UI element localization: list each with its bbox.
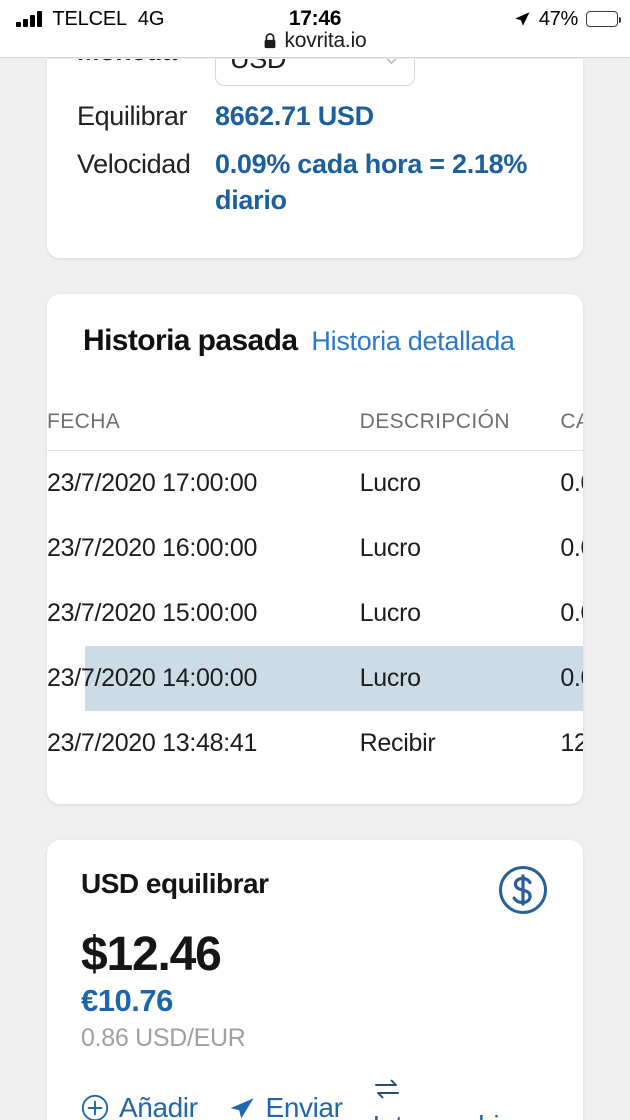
cell-cantidad: 0.0 bbox=[560, 469, 583, 497]
exchange-arrows-icon bbox=[374, 1079, 399, 1099]
rate-row: Velocidad 0.09% cada hora = 2.18% diario bbox=[47, 140, 583, 224]
plus-circle-icon bbox=[81, 1095, 109, 1120]
paper-plane-icon bbox=[230, 1098, 254, 1119]
lock-icon bbox=[265, 33, 276, 49]
currency-row: Moneda USD bbox=[47, 59, 583, 92]
page-scroll-area[interactable]: Moneda USD Equilibrar 8662.71 USD Veloci… bbox=[0, 59, 630, 1120]
add-action-button[interactable]: Añadir bbox=[81, 1092, 198, 1120]
location-arrow-icon bbox=[515, 12, 530, 26]
chevron-down-icon bbox=[386, 59, 397, 64]
column-header-fecha: FECHA bbox=[47, 410, 360, 451]
detailed-history-link[interactable]: Historia detallada bbox=[311, 326, 515, 357]
currency-settings-card: Moneda USD Equilibrar 8662.71 USD Veloci… bbox=[47, 59, 583, 258]
browser-url-bar[interactable]: kovrita.io bbox=[0, 29, 630, 58]
history-table-scroll[interactable]: FECHA DESCRIPCIÓN CAI 23/7/2020 17:00:00… bbox=[47, 358, 583, 776]
balance-card-title: USD equilibrar bbox=[81, 868, 269, 899]
balance-card-header: USD equilibrar bbox=[81, 866, 549, 916]
cell-fecha: 23/7/2020 15:00:00 bbox=[47, 599, 258, 627]
cell-fecha: 23/7/2020 14:00:00 bbox=[47, 646, 360, 711]
url-text: kovrita.io bbox=[284, 29, 367, 52]
cell-descripcion: Lucro bbox=[359, 599, 421, 627]
rate-label: Velocidad bbox=[77, 149, 191, 179]
status-bar-right: 47% bbox=[513, 7, 622, 31]
cell-cantidad: 12. bbox=[560, 729, 583, 757]
send-action-label: Enviar bbox=[265, 1092, 343, 1120]
cell-fecha: 23/7/2020 13:48:41 bbox=[47, 729, 258, 757]
cell-cantidad: 0.0 bbox=[560, 646, 583, 711]
table-row[interactable]: 23/7/2020 14:00:00Lucro0.0 bbox=[47, 646, 583, 711]
table-row[interactable]: 23/7/2020 17:00:00 Lucro 0.0 bbox=[47, 451, 583, 517]
battery-percent-label: 47% bbox=[538, 7, 578, 30]
battery-icon bbox=[586, 11, 622, 27]
cell-descripcion: Recibir bbox=[359, 729, 436, 757]
table-header-row: FECHA DESCRIPCIÓN CAI bbox=[47, 410, 583, 451]
balance-row: Equilibrar 8662.71 USD bbox=[47, 92, 583, 140]
currency-select-value: USD bbox=[230, 59, 287, 74]
cell-cantidad: 0.0 bbox=[560, 599, 583, 627]
balance-secondary-amount: €10.76 bbox=[81, 982, 173, 1018]
table-row[interactable]: 23/7/2020 16:00:00 Lucro 0.0 bbox=[47, 516, 583, 581]
cell-cantidad: 0.0 bbox=[560, 534, 583, 562]
table-row[interactable]: 23/7/2020 13:48:41 Recibir 12. bbox=[47, 711, 583, 776]
cell-fecha: 23/7/2020 17:00:00 bbox=[47, 469, 258, 497]
history-card: Historia pasada Historia detallada FECHA… bbox=[47, 294, 583, 804]
rate-value: 0.09% cada hora = 2.18% diario bbox=[215, 149, 528, 215]
cell-descripcion: Lucro bbox=[359, 534, 421, 562]
cell-descripcion: Lucro bbox=[359, 469, 421, 497]
history-header: Historia pasada Historia detallada bbox=[47, 324, 583, 358]
usd-balance-card: USD equilibrar $12.46 €10.76 0.86 USD/EU… bbox=[47, 840, 583, 1120]
add-action-label: Añadir bbox=[119, 1092, 198, 1120]
balance-value: 8662.71 USD bbox=[215, 101, 374, 131]
dollar-circle-icon bbox=[499, 866, 547, 914]
history-title: Historia pasada bbox=[83, 324, 298, 357]
send-action-button[interactable]: Enviar bbox=[228, 1092, 343, 1120]
column-header-cantidad: CAI bbox=[560, 410, 583, 451]
balance-exchange-rate: 0.86 USD/EUR bbox=[81, 1023, 246, 1052]
column-header-descripcion: DESCRIPCIÓN bbox=[359, 410, 561, 451]
balance-actions: Añadir Enviar Intercambiar bbox=[81, 1075, 549, 1120]
balance-primary-amount: $12.46 bbox=[81, 928, 222, 981]
cell-descripcion: Lucro bbox=[359, 646, 561, 711]
cell-fecha: 23/7/2020 16:00:00 bbox=[47, 534, 258, 562]
exchange-action-label: Intercambiar bbox=[373, 1110, 524, 1120]
currency-label: Moneda bbox=[77, 59, 215, 69]
phone-screen: TELCEL 4G 17:46 47% kovrita.io USD Equil… bbox=[0, 0, 630, 1120]
currency-select[interactable]: USD bbox=[215, 59, 415, 86]
table-row[interactable]: 23/7/2020 15:00:00 Lucro 0.0 bbox=[47, 581, 583, 646]
history-table: FECHA DESCRIPCIÓN CAI 23/7/2020 17:00:00… bbox=[47, 410, 583, 776]
balance-label: Equilibrar bbox=[77, 101, 188, 131]
exchange-action-button[interactable]: Intercambiar bbox=[373, 1075, 524, 1120]
